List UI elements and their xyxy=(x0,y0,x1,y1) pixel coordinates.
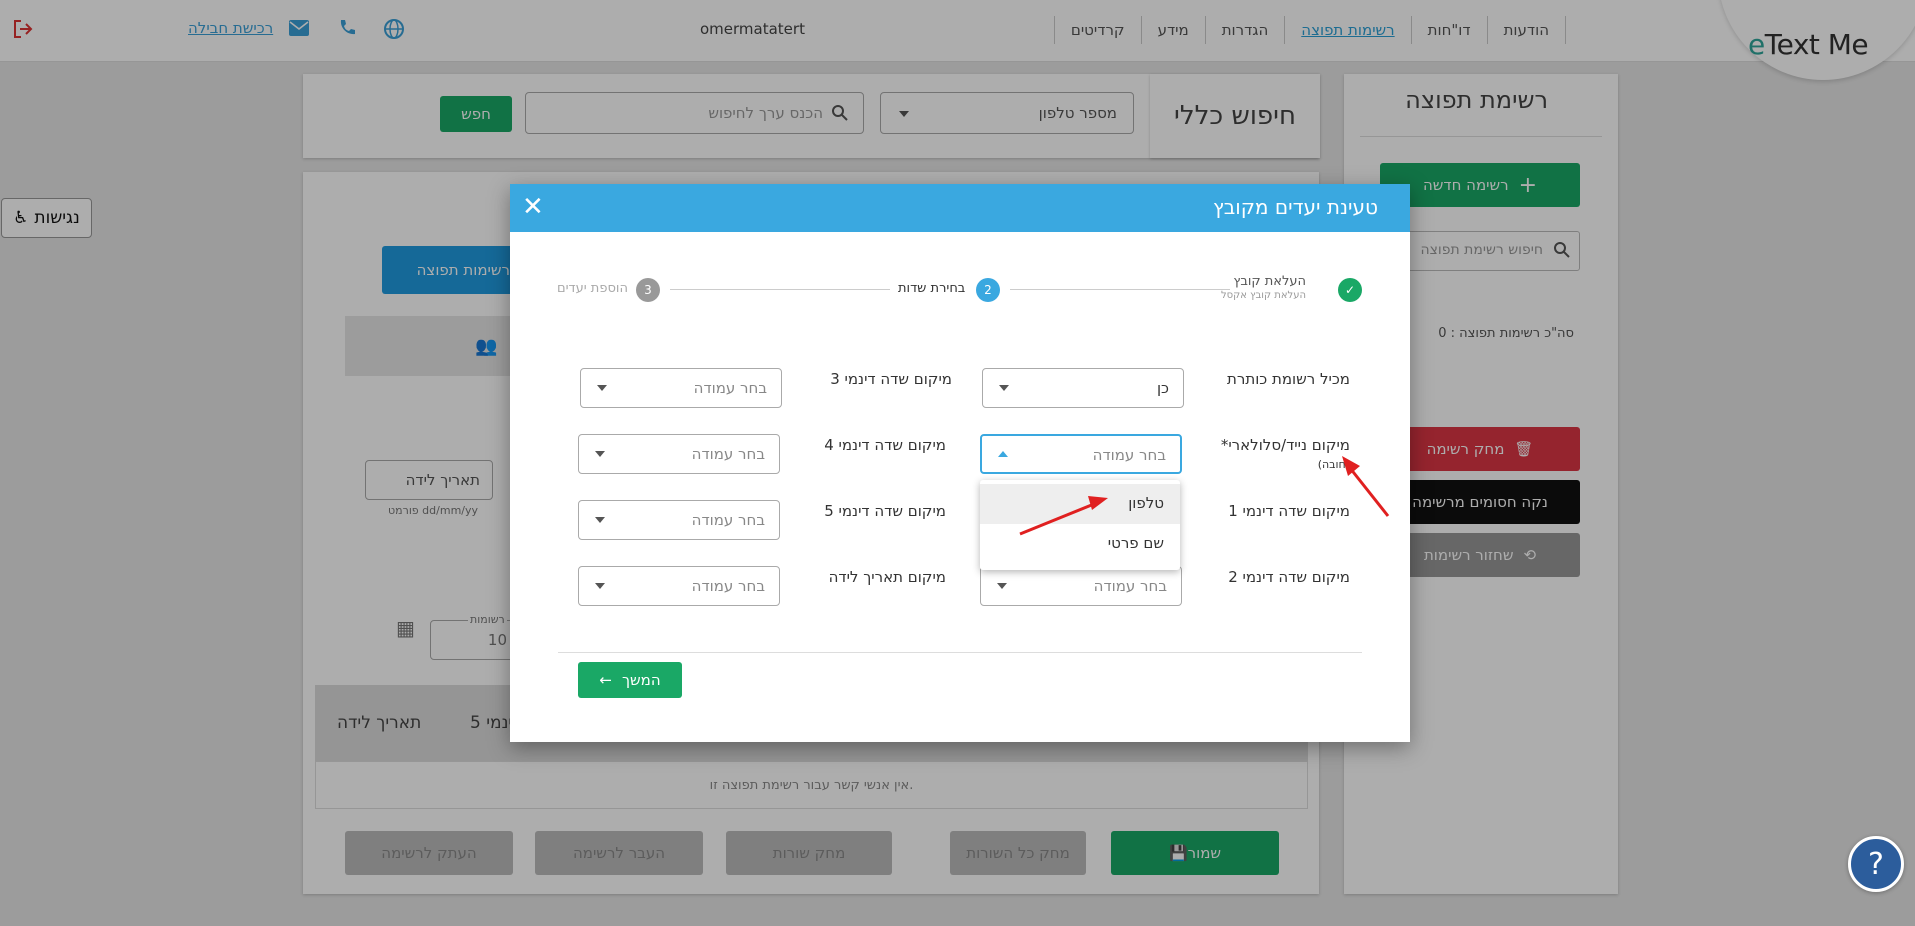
arrow-left-icon: ← xyxy=(599,671,612,689)
dynamic1-label: מיקום שדה דינמי 1 xyxy=(1228,502,1350,520)
dynamic5-label: מיקום שדה דינמי 5 xyxy=(824,502,946,520)
chevron-down-icon xyxy=(999,385,1009,391)
dynamic3-select[interactable]: בחר עמודה xyxy=(580,368,782,408)
birthdate-column-label: מיקום תאריך לידה xyxy=(828,568,946,586)
step-3-circle: 3 xyxy=(636,278,660,302)
header-row-select[interactable]: כן xyxy=(982,368,1184,408)
step-1-sublabel: העלאת קובץ אקסל xyxy=(1220,290,1306,301)
step-connector xyxy=(1010,289,1230,290)
dynamic2-label: מיקום שדה דינמי 2 xyxy=(1228,568,1350,586)
chevron-down-icon xyxy=(595,517,605,523)
step-1-check-icon: ✓ xyxy=(1338,278,1362,302)
chevron-down-icon xyxy=(595,451,605,457)
step-2-label: בחירת שדות xyxy=(898,281,966,296)
chevron-up-icon xyxy=(998,451,1008,457)
dynamic4-select[interactable]: בחר עמודה xyxy=(578,434,780,474)
dropdown-option-phone[interactable]: טלפון xyxy=(980,484,1180,524)
chevron-down-icon xyxy=(595,583,605,589)
step-connector xyxy=(670,289,890,290)
mobile-required-hint: (חובה) xyxy=(1317,458,1350,471)
chevron-down-icon xyxy=(997,583,1007,589)
column-dropdown-menu: טלפון שם פרטי xyxy=(980,480,1180,570)
modal-divider xyxy=(558,652,1362,653)
modal-title: טעינת יעדים מקובץ xyxy=(1212,195,1378,219)
upload-from-file-modal: טעינת יעדים מקובץ ✕ ✓ העלאת קובץ העלאת ק… xyxy=(510,184,1410,742)
dynamic2-select[interactable]: בחר עמודה xyxy=(980,566,1182,606)
chevron-down-icon xyxy=(597,385,607,391)
dynamic5-select[interactable]: בחר עמודה xyxy=(578,500,780,540)
close-icon[interactable]: ✕ xyxy=(522,192,544,222)
modal-header: טעינת יעדים מקובץ ✕ xyxy=(510,184,1410,232)
dropdown-option-first-name[interactable]: שם פרטי xyxy=(980,524,1180,564)
help-icon[interactable]: ? xyxy=(1848,836,1904,892)
next-button[interactable]: המשך ← xyxy=(578,662,682,698)
mobile-column-select[interactable]: בחר עמודה xyxy=(980,434,1182,474)
header-row-label: מכיל רשומת כותרת xyxy=(1227,370,1350,388)
mobile-label: מיקום נייד/סלולארי* xyxy=(1220,436,1350,454)
dynamic4-label: מיקום שדה דינמי 4 xyxy=(824,436,946,454)
step-2-circle: 2 xyxy=(976,278,1000,302)
step-1-label: העלאת קובץ xyxy=(1233,274,1306,289)
step-3-label: הוספת יעדים xyxy=(557,281,628,296)
birthdate-column-select[interactable]: בחר עמודה xyxy=(578,566,780,606)
dynamic3-label: מיקום שדה דינמי 3 xyxy=(830,370,952,388)
